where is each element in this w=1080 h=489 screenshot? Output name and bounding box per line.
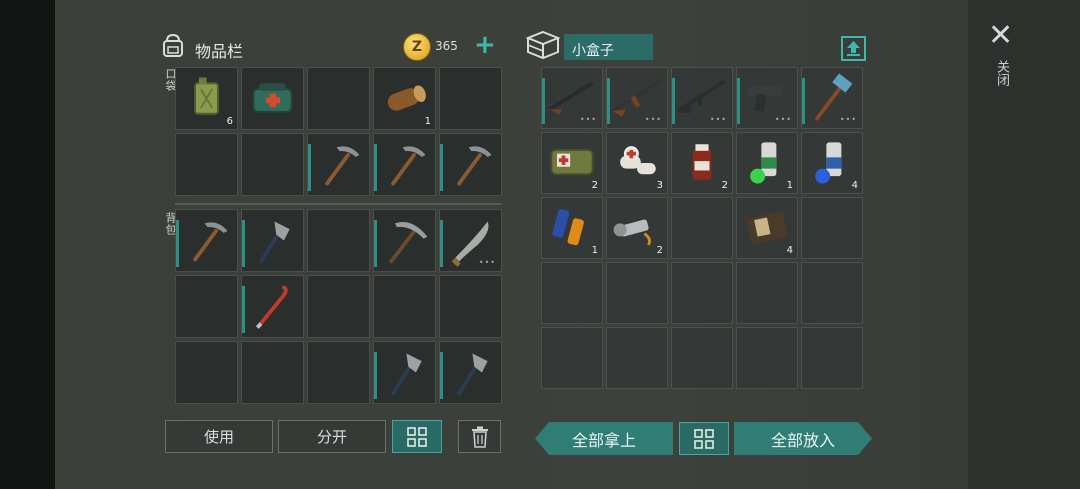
pocket-slot[interactable]: 1 <box>373 67 436 130</box>
box-slot[interactable]: ••• <box>736 67 798 129</box>
item-count: 1 <box>591 245 598 256</box>
put-all-label: 全部放入 <box>770 430 835 450</box>
mod-slots-indicator: ••• <box>839 115 857 124</box>
item-count: 2 <box>656 245 663 256</box>
box-slot[interactable]: 4 <box>801 132 863 194</box>
box-slot[interactable]: 1 <box>736 132 798 194</box>
box-name-field[interactable]: 小盒子 <box>564 34 653 60</box>
upgrade-arrow-icon <box>847 41 860 56</box>
take-all-button[interactable]: 全部拿上 <box>535 422 673 455</box>
sort-button[interactable] <box>392 420 442 453</box>
box-slot[interactable]: 2 <box>541 132 603 194</box>
pocket-slot[interactable] <box>307 133 370 196</box>
backpack-slot[interactable] <box>307 275 370 338</box>
box-sort-button[interactable] <box>679 422 729 455</box>
box-slot[interactable] <box>606 327 668 389</box>
item-count: 1 <box>786 180 793 191</box>
divider <box>175 203 502 205</box>
box-slot[interactable] <box>671 262 733 324</box>
pocket-slot[interactable] <box>373 133 436 196</box>
backpack-slot[interactable] <box>241 341 304 404</box>
box-slot[interactable] <box>736 262 798 324</box>
trash-icon <box>471 426 488 448</box>
close-panel <box>968 0 1080 489</box>
item-count: 6 <box>226 116 233 127</box>
box-grid: ••• ••• ••• ••• ••• 2 3 2 1 4 1 2 4 <box>541 67 863 403</box>
box-slot[interactable]: 1 <box>541 197 603 259</box>
box-slot[interactable]: ••• <box>541 67 603 129</box>
box-slot[interactable]: 4 <box>736 197 798 259</box>
mod-slots-indicator: ••• <box>709 115 727 124</box>
pocket-slot[interactable] <box>307 67 370 130</box>
box-slot[interactable] <box>606 262 668 324</box>
coin-count: 365 <box>435 39 458 53</box>
box-slot[interactable] <box>541 262 603 324</box>
box-slot[interactable] <box>736 327 798 389</box>
grid-icon <box>694 428 714 449</box>
add-coins-button[interactable]: + <box>474 32 496 58</box>
close-button[interactable]: ✕ <box>988 21 1013 51</box>
pocket-slot[interactable] <box>241 133 304 196</box>
pocket-slot[interactable] <box>241 67 304 130</box>
box-slot[interactable]: ••• <box>671 67 733 129</box>
backpack-slot[interactable] <box>307 341 370 404</box>
backpack-slot[interactable] <box>439 275 502 338</box>
pocket-slot[interactable] <box>439 67 502 130</box>
close-label[interactable]: 关闭 <box>992 60 1011 86</box>
item-count: 2 <box>721 180 728 191</box>
pocket-grid: 61 <box>175 67 502 196</box>
backpack-slot[interactable] <box>307 209 370 272</box>
mod-slots-indicator: ••• <box>774 115 792 124</box>
backpack-icon <box>163 33 183 57</box>
box-slot[interactable]: ••• <box>801 67 863 129</box>
box-slot[interactable] <box>671 197 733 259</box>
backpack-slot[interactable] <box>241 275 304 338</box>
item-count: 2 <box>591 180 598 191</box>
backpack-slot[interactable] <box>439 341 502 404</box>
pocket-slot[interactable] <box>175 133 238 196</box>
mod-slots-indicator: ••• <box>579 115 597 124</box>
backpack-slot[interactable] <box>175 341 238 404</box>
backpack-slot[interactable] <box>241 209 304 272</box>
coin-icon: Z <box>403 33 431 61</box>
mod-slots-indicator: ••• <box>478 258 496 267</box>
box-icon <box>526 30 560 60</box>
pocket-slot[interactable] <box>439 133 502 196</box>
put-all-button[interactable]: 全部放入 <box>734 422 872 455</box>
box-slot[interactable]: 3 <box>606 132 668 194</box>
item-count: 3 <box>656 180 663 191</box>
take-all-label: 全部拿上 <box>571 430 636 450</box>
mod-slots-indicator: ••• <box>644 115 662 124</box>
backpack-slot[interactable] <box>175 275 238 338</box>
box-slot[interactable] <box>801 197 863 259</box>
box-slot[interactable]: 2 <box>606 197 668 259</box>
left-edge <box>0 0 55 489</box>
backpack-slot[interactable] <box>373 275 436 338</box>
upgrade-box-button[interactable] <box>841 36 866 61</box>
backpack-grid: ••• <box>175 209 502 404</box>
use-button[interactable]: 使用 <box>165 420 273 453</box>
box-slot[interactable] <box>801 327 863 389</box>
grid-icon <box>407 426 427 447</box>
box-slot[interactable] <box>541 327 603 389</box>
split-button[interactable]: 分开 <box>278 420 386 453</box>
trash-button[interactable] <box>458 420 501 453</box>
backpack-slot[interactable] <box>373 341 436 404</box>
box-slot[interactable]: 2 <box>671 132 733 194</box>
pocket-slot[interactable]: 6 <box>175 67 238 130</box>
item-count: 4 <box>786 245 793 256</box>
box-slot[interactable]: ••• <box>606 67 668 129</box>
inventory-title: 物品栏 <box>195 42 244 61</box>
box-slot[interactable] <box>801 262 863 324</box>
backpack-slot[interactable]: ••• <box>439 209 502 272</box>
backpack-slot[interactable] <box>175 209 238 272</box>
box-slot[interactable] <box>671 327 733 389</box>
backpack-slot[interactable] <box>373 209 436 272</box>
item-count: 4 <box>851 180 858 191</box>
item-count: 1 <box>424 116 431 127</box>
